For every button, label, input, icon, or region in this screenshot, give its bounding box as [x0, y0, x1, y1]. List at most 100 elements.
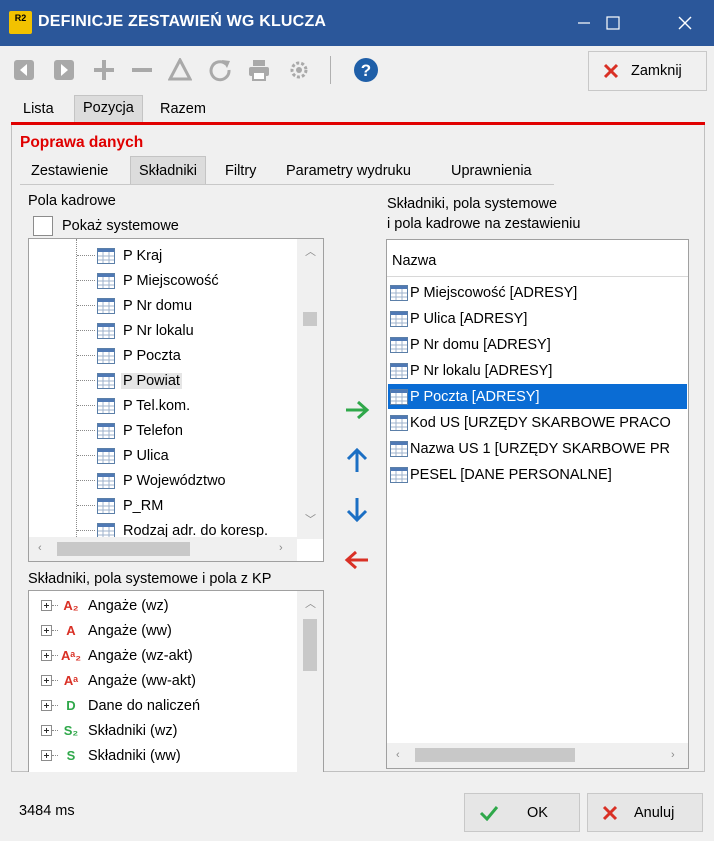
field-label: P Telefon	[123, 422, 183, 439]
field-item[interactable]: P Tel.kom.	[77, 393, 190, 418]
selected-field-item[interactable]: P Nr lokalu [ADRESY]	[388, 358, 687, 383]
selected-fields-label-line2: i pola kadrowe na zestawieniu	[387, 216, 581, 232]
selected-field-item[interactable]: Nazwa US 1 [URZĘDY SKARBOWE PR	[388, 436, 687, 461]
expand-icon[interactable]	[41, 600, 52, 611]
tab-lista[interactable]: Lista	[15, 97, 62, 123]
tree-connector	[77, 255, 95, 256]
selected-fields-list[interactable]: Nazwa P Miejscowość [ADRESY] P Ulica [ADR…	[386, 239, 689, 769]
refresh-button[interactable]	[206, 56, 234, 84]
sel-scroll-left-icon[interactable]: ‹	[396, 750, 400, 761]
cancel-button[interactable]: Anuluj	[587, 793, 703, 832]
scroll-down-icon[interactable]: ﹀	[305, 515, 316, 526]
selected-field-item[interactable]: Kod US [URZĘDY SKARBOWE PRACO	[388, 410, 687, 435]
selected-field-label: PESEL [DANE PERSONALNE]	[410, 466, 612, 483]
column-header[interactable]: Nazwa	[387, 240, 688, 277]
kp-tree[interactable]: A₂ Angaże (wz) A Angaże (ww) Aᵃ₂ Angaże (wz-a…	[28, 590, 324, 772]
settings-button[interactable]	[285, 56, 313, 84]
expand-icon[interactable]	[41, 625, 52, 636]
tab-razem[interactable]: Razem	[152, 97, 214, 123]
sel-scroll-right-icon[interactable]: ›	[671, 750, 675, 761]
selected-horizontal-scrollbar[interactable]: ‹ ›	[387, 743, 688, 768]
kp-item[interactable]: S₂ Składniki (wz)	[41, 718, 177, 743]
remove-icon	[132, 68, 152, 72]
help-icon: ?	[354, 58, 378, 82]
subtab-parametry-wydruku[interactable]: Parametry wydruku	[278, 159, 419, 185]
expand-icon[interactable]	[41, 700, 52, 711]
table-icon	[97, 372, 115, 389]
field-label: P Województwo	[123, 472, 226, 489]
maximize-button[interactable]	[584, 0, 642, 46]
kp-scroll-up-icon[interactable]: ︿	[305, 599, 316, 610]
expand-icon[interactable]	[41, 725, 52, 736]
table-icon	[390, 414, 408, 431]
first-record-button[interactable]	[10, 56, 38, 84]
field-item[interactable]: P Kraj	[77, 243, 162, 268]
remove-button[interactable]	[128, 56, 156, 84]
warning-button[interactable]	[166, 56, 194, 84]
field-item[interactable]: P Powiat	[77, 368, 182, 393]
kp-scroll-thumb[interactable]	[303, 619, 317, 671]
field-item[interactable]: P Telefon	[77, 418, 183, 443]
vertical-scrollbar[interactable]: ︿ ﹀	[297, 239, 323, 539]
field-item[interactable]: P Nr domu	[77, 293, 192, 318]
subtab-uprawnienia[interactable]: Uprawnienia	[443, 159, 540, 185]
field-item[interactable]: P Województwo	[77, 468, 226, 493]
last-record-button[interactable]	[50, 56, 78, 84]
scroll-right-icon[interactable]: ›	[279, 543, 283, 554]
sel-scroll-thumb[interactable]	[415, 748, 575, 762]
tree-connector	[77, 330, 95, 331]
move-down-button[interactable]	[340, 493, 374, 527]
field-item[interactable]: P_RM	[77, 493, 163, 518]
tab-pozycja[interactable]: Pozycja	[74, 95, 143, 123]
expand-icon[interactable]	[41, 650, 52, 661]
pola-kadrowe-tree[interactable]: P Kraj P Miejscowość P Nr domu P Nr lokalu P…	[28, 238, 324, 562]
kp-item[interactable]: S Składniki (ww)	[41, 743, 181, 768]
selected-field-item[interactable]: P Nr domu [ADRESY]	[388, 332, 687, 357]
kp-item[interactable]: D Dane do naliczeń	[41, 693, 200, 718]
kp-vertical-scrollbar[interactable]: ︿	[297, 591, 323, 772]
kp-item[interactable]: Aᵃ Angaże (ww-akt)	[41, 668, 196, 693]
field-item[interactable]: P Nr lokalu	[77, 318, 194, 343]
field-item[interactable]: P Poczta	[77, 343, 181, 368]
field-item[interactable]: P Ulica	[77, 443, 169, 468]
field-item[interactable]: P Miejscowość	[77, 268, 219, 293]
table-icon	[97, 447, 115, 464]
table-icon	[97, 422, 115, 439]
component-type-icon: S₂	[63, 723, 79, 738]
scroll-thumb-h[interactable]	[57, 542, 190, 556]
table-icon	[97, 497, 115, 514]
help-button[interactable]: ?	[352, 56, 380, 84]
scroll-up-icon[interactable]: ︿	[305, 247, 316, 258]
table-icon	[97, 297, 115, 314]
selected-field-item[interactable]: P Ulica [ADRESY]	[388, 306, 687, 331]
expand-icon[interactable]	[41, 750, 52, 761]
show-system-checkbox[interactable]	[33, 216, 53, 236]
window-close-button[interactable]	[656, 0, 714, 46]
subtab-zestawienie[interactable]: Zestawienie	[23, 159, 116, 185]
table-icon	[97, 347, 115, 364]
remove-from-list-button[interactable]	[340, 543, 374, 577]
kp-item[interactable]: Aᵃ₂ Angaże (wz-akt)	[41, 643, 193, 668]
table-icon	[97, 472, 115, 489]
ok-button[interactable]: OK	[464, 793, 580, 832]
selected-field-item[interactable]: P Miejscowość [ADRESY]	[388, 280, 687, 305]
kp-label: Składniki, pola systemowe i pola z KP	[28, 571, 272, 587]
close-window-button[interactable]: Zamknij	[588, 51, 707, 91]
selected-field-item[interactable]: P Poczta [ADRESY]	[388, 384, 687, 409]
print-button[interactable]	[245, 56, 273, 84]
move-up-button[interactable]	[340, 443, 374, 477]
kp-item[interactable]: A Angaże (ww)	[41, 618, 172, 643]
scroll-left-icon[interactable]: ‹	[38, 543, 42, 554]
add-button[interactable]	[90, 56, 118, 84]
selected-field-label: P Miejscowość [ADRESY]	[410, 284, 578, 301]
add-to-list-button[interactable]	[340, 393, 374, 427]
scroll-thumb[interactable]	[303, 312, 317, 326]
field-label: P Nr domu	[123, 297, 193, 314]
toolbar-separator	[330, 56, 331, 84]
expand-icon[interactable]	[41, 675, 52, 686]
kp-item[interactable]: A₂ Angaże (wz)	[41, 593, 169, 618]
selected-field-item[interactable]: PESEL [DANE PERSONALNE]	[388, 462, 687, 487]
subtab-skladniki[interactable]: Składniki	[130, 156, 207, 185]
subtab-filtry[interactable]: Filtry	[217, 159, 264, 185]
horizontal-scrollbar[interactable]: ‹ ›	[29, 537, 297, 561]
